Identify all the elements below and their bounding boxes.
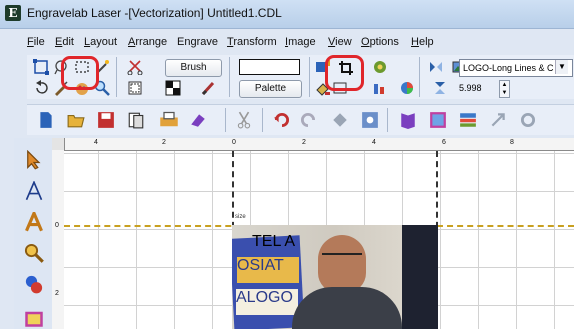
save-icon[interactable] [97, 111, 115, 129]
menu-layout[interactable]: Layout [84, 36, 117, 48]
menu-transform[interactable]: Transform [227, 36, 277, 48]
ruler-tick: 6 [442, 139, 446, 146]
person-shirt [292, 287, 402, 329]
photo-dark-edge [402, 225, 438, 329]
book-icon[interactable] [399, 111, 417, 129]
flip-icon[interactable] [428, 59, 444, 75]
app-window: E Engravelab Laser -[Vectorization] Unti… [0, 0, 574, 329]
eraser-icon[interactable] [189, 111, 207, 129]
ruler-tick: 0 [55, 222, 59, 229]
title-bar: E Engravelab Laser -[Vectorization] Unti… [0, 0, 574, 29]
color-wheel-icon[interactable] [399, 80, 415, 96]
rotate-icon[interactable] [33, 80, 49, 96]
print-icon[interactable] [159, 110, 179, 130]
sign-text: OSIAT [237, 257, 299, 283]
open-folder-icon[interactable] [67, 111, 85, 129]
undo-icon[interactable] [273, 111, 291, 129]
image-tool-icon[interactable] [24, 308, 44, 328]
standard-toolbar [27, 104, 574, 135]
app-icon: E [5, 5, 21, 21]
property-toolbar: Brush Palette LOGO-Long Lines & C ▼ 5.99… [27, 55, 574, 99]
person-head [318, 235, 366, 293]
menu-file[interactable]: File [27, 36, 45, 48]
separator [229, 57, 230, 97]
brush-button[interactable]: Brush [165, 59, 222, 77]
size-spinner[interactable]: ▲ ▼ [499, 80, 510, 98]
export-icon[interactable] [489, 111, 507, 129]
highlight-marker [61, 56, 99, 90]
menu-bar: File Edit Layout Arrange Engrave Transfo… [0, 36, 574, 52]
drawing-canvas[interactable]: size OSIAT ALOGO TEL A [64, 151, 574, 329]
separator [309, 57, 310, 97]
chevron-down-icon[interactable]: ▼ [555, 60, 568, 74]
redo-icon[interactable] [299, 111, 317, 129]
font-select-value: LOGO-Long Lines & C [463, 63, 554, 73]
horizontal-ruler: 4 2 0 2 4 6 8 [64, 138, 574, 151]
menu-engrave[interactable]: Engrave [177, 36, 218, 48]
separator [262, 108, 263, 132]
menu-image[interactable]: Image [285, 36, 316, 48]
ruler-tick: 4 [94, 139, 98, 146]
menu-edit[interactable]: Edit [55, 36, 74, 48]
separator [419, 57, 420, 97]
sign-text: ALOGO [236, 289, 298, 315]
person-glasses [322, 253, 362, 261]
text-outline-icon[interactable] [24, 181, 44, 201]
bar-chart-icon[interactable] [372, 80, 388, 96]
ruler-tick: 2 [162, 139, 166, 146]
shape-icon[interactable] [331, 111, 349, 129]
ruler-tick: 4 [372, 139, 376, 146]
separator [116, 57, 117, 97]
menu-help[interactable]: Help [411, 36, 434, 48]
palette-button[interactable]: Palette [239, 80, 302, 98]
gear-color-icon[interactable] [372, 59, 388, 75]
wall-text: TEL A [252, 233, 295, 250]
photo-icon[interactable] [429, 111, 447, 129]
vertical-flip-icon[interactable] [432, 80, 448, 96]
cut-icon[interactable] [235, 111, 253, 129]
color-swatch[interactable] [239, 59, 300, 75]
menu-options[interactable]: Options [361, 36, 399, 48]
layers-icon[interactable] [459, 111, 477, 129]
size-field[interactable]: 5.998 [459, 80, 497, 96]
menu-arrange[interactable]: Arrange [128, 36, 167, 48]
menu-view[interactable]: View [328, 36, 352, 48]
brush-stroke-icon[interactable] [200, 80, 216, 96]
magnifier-icon[interactable] [24, 243, 44, 263]
photo-object[interactable]: OSIAT ALOGO TEL A [232, 225, 438, 329]
text-tool-icon[interactable] [24, 212, 44, 232]
ruler-tick: 0 [232, 139, 236, 146]
pointer-icon[interactable] [24, 150, 44, 170]
window-title: Engravelab Laser -[Vectorization] Untitl… [27, 6, 282, 20]
checker-icon[interactable] [165, 80, 181, 96]
ruler-tick: 2 [302, 139, 306, 146]
left-toolbox [14, 138, 53, 329]
separator [387, 108, 388, 132]
separator [225, 108, 226, 132]
scissors-icon[interactable] [127, 59, 143, 75]
copy-page-icon[interactable] [127, 111, 145, 129]
highlight-marker [325, 55, 364, 91]
new-document-icon[interactable] [37, 111, 55, 129]
settings-icon[interactable] [519, 111, 537, 129]
size-value: 5.998 [459, 83, 482, 93]
object-label: size [235, 214, 246, 220]
select-node-icon[interactable] [33, 59, 49, 75]
color-balls-icon[interactable] [24, 274, 44, 294]
ruler-tick: 8 [510, 139, 514, 146]
image-frame-icon[interactable] [127, 80, 143, 96]
ruler-tick: 2 [55, 290, 59, 297]
scan-icon[interactable] [361, 111, 379, 129]
